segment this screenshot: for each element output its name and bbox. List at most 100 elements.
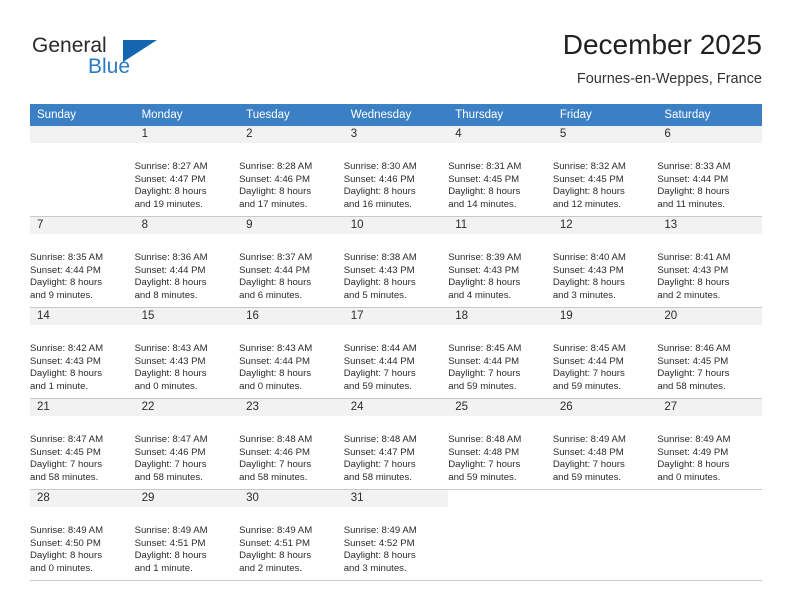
daylight-text-line1: Daylight: 8 hours [657,277,730,289]
calendar-day-cell[interactable]: 5 Sunrise: 8:32 AM Sunset: 4:45 PM Daylight… [552,126,658,217]
calendar-day-cell[interactable]: 11 Sunrise: 8:39 AM Sunset: 4:43 PM Dayligh… [448,217,553,308]
sunrise-text: Sunrise: 8:49 AM [552,434,626,445]
day-number: 12 [552,217,658,234]
daylight-text-line1: Daylight: 8 hours [657,459,730,471]
calendar-day-cell[interactable]: 25 Sunrise: 8:48 AM Sunset: 4:48 PM Dayligh… [448,399,553,490]
calendar-day-cell[interactable]: 14 Sunrise: 8:42 AM Sunset: 4:43 PM Dayligh… [30,308,135,399]
calendar-day-cell[interactable]: 27 Sunrise: 8:49 AM Sunset: 4:49 PM Dayligh… [657,399,762,490]
calendar-day-cell[interactable]: 6 Sunrise: 8:33 AM Sunset: 4:44 PM Daylight… [657,126,762,217]
day-number [30,126,135,143]
calendar-day-cell[interactable]: 10 Sunrise: 8:38 AM Sunset: 4:43 PM Dayligh… [343,217,449,308]
day-cell-inner: 8 Sunrise: 8:36 AM Sunset: 4:44 PM Daylight… [134,217,240,307]
day-details: Sunrise: 8:31 AM Sunset: 4:45 PM Daylight:… [448,144,553,227]
sunset-text: Sunset: 4:52 PM [343,537,415,549]
calendar-day-cell[interactable]: 26 Sunrise: 8:49 AM Sunset: 4:48 PM Dayligh… [552,399,658,490]
sunrise-text: Sunrise: 8:49 AM [343,525,417,536]
day-cell-inner: 12 Sunrise: 8:40 AM Sunset: 4:43 PM Dayligh… [552,217,658,307]
calendar-day-cell[interactable]: 2 Sunrise: 8:28 AM Sunset: 4:46 PM Daylight… [239,126,344,217]
day-number: 26 [552,399,658,416]
daylight-text-line1: Daylight: 7 hours [448,459,521,471]
day-number: 3 [343,126,449,143]
calendar-day-cell[interactable]: 15 Sunrise: 8:43 AM Sunset: 4:43 PM Dayligh… [134,308,240,399]
daylight-text-line2: and 3 minutes. [552,289,616,301]
calendar-day-cell[interactable]: 22 Sunrise: 8:47 AM Sunset: 4:46 PM Dayligh… [134,399,240,490]
sunrise-text: Sunrise: 8:47 AM [134,434,208,445]
day-number: 23 [239,399,344,416]
day-number: 8 [134,217,240,234]
sunrise-text: Sunrise: 8:31 AM [448,161,522,172]
daylight-text-line2: and 0 minutes. [657,471,721,483]
daylight-text-line1: Daylight: 8 hours [30,277,102,289]
day-details: Sunrise: 8:47 AM Sunset: 4:45 PM Daylight:… [30,417,135,500]
calendar-day-cell[interactable]: 9 Sunrise: 8:37 AM Sunset: 4:44 PM Daylight… [239,217,344,308]
day-details: Sunrise: 8:43 AM Sunset: 4:43 PM Daylight:… [135,326,240,409]
calendar-day-cell[interactable]: 19 Sunrise: 8:45 AM Sunset: 4:44 PM Dayligh… [552,308,658,399]
sunrise-text: Sunrise: 8:46 AM [657,343,731,354]
calendar-day-cell[interactable]: 30 Sunrise: 8:49 AM Sunset: 4:51 PM Dayligh… [239,490,344,581]
calendar-day-cell[interactable]: 17 Sunrise: 8:44 AM Sunset: 4:44 PM Dayligh… [343,308,449,399]
calendar-day-cell[interactable]: 31 Sunrise: 8:49 AM Sunset: 4:52 PM Dayligh… [343,490,449,581]
daylight-text-line2: and 58 minutes. [134,471,203,483]
weekday-header-sunday: Sunday [30,104,135,126]
day-number: 20 [657,308,762,325]
daylight-text-line1: Daylight: 7 hours [552,459,625,471]
day-cell-inner: 16 Sunrise: 8:43 AM Sunset: 4:44 PM Dayligh… [239,308,344,398]
calendar-day-cell[interactable]: 21 Sunrise: 8:47 AM Sunset: 4:45 PM Dayligh… [30,399,135,490]
day-number: 22 [134,399,240,416]
day-details: Sunrise: 8:45 AM Sunset: 4:44 PM Daylight:… [448,326,553,409]
calendar-day-cell[interactable]: 13 Sunrise: 8:41 AM Sunset: 4:43 PM Dayligh… [657,217,762,308]
day-details: Sunrise: 8:27 AM Sunset: 4:47 PM Daylight:… [135,144,240,227]
sunset-text: Sunset: 4:44 PM [343,355,415,367]
day-cell-inner: 22 Sunrise: 8:47 AM Sunset: 4:46 PM Dayligh… [134,399,240,489]
calendar-day-cell[interactable]: 4 Sunrise: 8:31 AM Sunset: 4:45 PM Daylight… [448,126,553,217]
sunrise-text: Sunrise: 8:30 AM [343,161,417,172]
day-cell-inner: 25 Sunrise: 8:48 AM Sunset: 4:48 PM Dayligh… [448,399,553,489]
calendar-day-cell[interactable]: 1 Sunrise: 8:27 AM Sunset: 4:47 PM Daylight… [134,126,240,217]
daylight-text-line2: and 11 minutes. [657,198,725,210]
day-details: Sunrise: 8:36 AM Sunset: 4:44 PM Daylight:… [135,235,240,318]
calendar-day-cell[interactable]: 8 Sunrise: 8:36 AM Sunset: 4:44 PM Daylight… [134,217,240,308]
sunrise-text: Sunrise: 8:33 AM [657,161,731,172]
daylight-text-line1: Daylight: 7 hours [134,459,207,471]
sunrise-text: Sunrise: 8:44 AM [343,343,417,354]
daylight-text-line1: Daylight: 7 hours [657,368,730,380]
calendar-day-cell[interactable]: 7 Sunrise: 8:35 AM Sunset: 4:44 PM Daylight… [30,217,135,308]
day-number: 1 [134,126,240,143]
calendar-day-cell[interactable]: 24 Sunrise: 8:48 AM Sunset: 4:47 PM Dayligh… [343,399,449,490]
day-details: Sunrise: 8:48 AM Sunset: 4:47 PM Daylight:… [344,417,449,500]
day-details: Sunrise: 8:49 AM Sunset: 4:49 PM Daylight:… [657,417,762,500]
day-cell-inner: 23 Sunrise: 8:48 AM Sunset: 4:46 PM Dayligh… [239,399,344,489]
day-number: 18 [448,308,553,325]
calendar-day-cell[interactable]: 23 Sunrise: 8:48 AM Sunset: 4:46 PM Dayligh… [239,399,344,490]
day-cell-inner: 10 Sunrise: 8:38 AM Sunset: 4:43 PM Dayligh… [343,217,449,307]
day-details: Sunrise: 8:49 AM Sunset: 4:51 PM Daylight:… [135,508,240,591]
calendar-day-cell[interactable]: 29 Sunrise: 8:49 AM Sunset: 4:51 PM Dayligh… [134,490,240,581]
day-details: Sunrise: 8:43 AM Sunset: 4:44 PM Daylight:… [239,326,344,409]
day-cell-inner: 13 Sunrise: 8:41 AM Sunset: 4:43 PM Dayligh… [657,217,762,307]
calendar-day-cell[interactable]: 16 Sunrise: 8:43 AM Sunset: 4:44 PM Dayligh… [239,308,344,399]
day-details: Sunrise: 8:45 AM Sunset: 4:44 PM Daylight:… [553,326,658,409]
day-cell-inner: 19 Sunrise: 8:45 AM Sunset: 4:44 PM Dayligh… [552,308,658,398]
calendar-day-cell[interactable]: 28 Sunrise: 8:49 AM Sunset: 4:50 PM Dayligh… [30,490,135,581]
day-cell-inner: 28 Sunrise: 8:49 AM Sunset: 4:50 PM Dayligh… [30,490,135,580]
calendar-day-cell[interactable]: 20 Sunrise: 8:46 AM Sunset: 4:45 PM Dayligh… [657,308,762,399]
day-cell-inner: 2 Sunrise: 8:28 AM Sunset: 4:46 PM Daylight… [239,126,344,216]
daylight-text-line2: and 0 minutes. [30,562,93,574]
day-details: Sunrise: 8:40 AM Sunset: 4:43 PM Daylight:… [553,235,658,318]
calendar-day-cell[interactable]: 3 Sunrise: 8:30 AM Sunset: 4:46 PM Daylight… [343,126,449,217]
sunrise-text: Sunrise: 8:35 AM [30,252,104,263]
daylight-text-line2: and 8 minutes. [134,289,198,301]
sunrise-text: Sunrise: 8:48 AM [343,434,417,445]
day-number: 14 [30,308,135,325]
day-details: Sunrise: 8:49 AM Sunset: 4:50 PM Daylight:… [30,508,135,591]
daylight-text-line2: and 12 minutes. [552,198,622,210]
day-number: 24 [343,399,449,416]
calendar-day-cell[interactable]: 18 Sunrise: 8:45 AM Sunset: 4:44 PM Dayligh… [448,308,553,399]
daylight-text-line2: and 59 minutes. [343,380,412,392]
calendar-day-cell[interactable]: 12 Sunrise: 8:40 AM Sunset: 4:43 PM Dayligh… [552,217,658,308]
day-cell-inner: 15 Sunrise: 8:43 AM Sunset: 4:43 PM Dayligh… [134,308,240,398]
day-number: 17 [343,308,449,325]
daylight-text-line2: and 2 minutes. [657,289,721,301]
sunset-text: Sunset: 4:44 PM [552,355,624,367]
sunset-text: Sunset: 4:44 PM [448,355,520,367]
